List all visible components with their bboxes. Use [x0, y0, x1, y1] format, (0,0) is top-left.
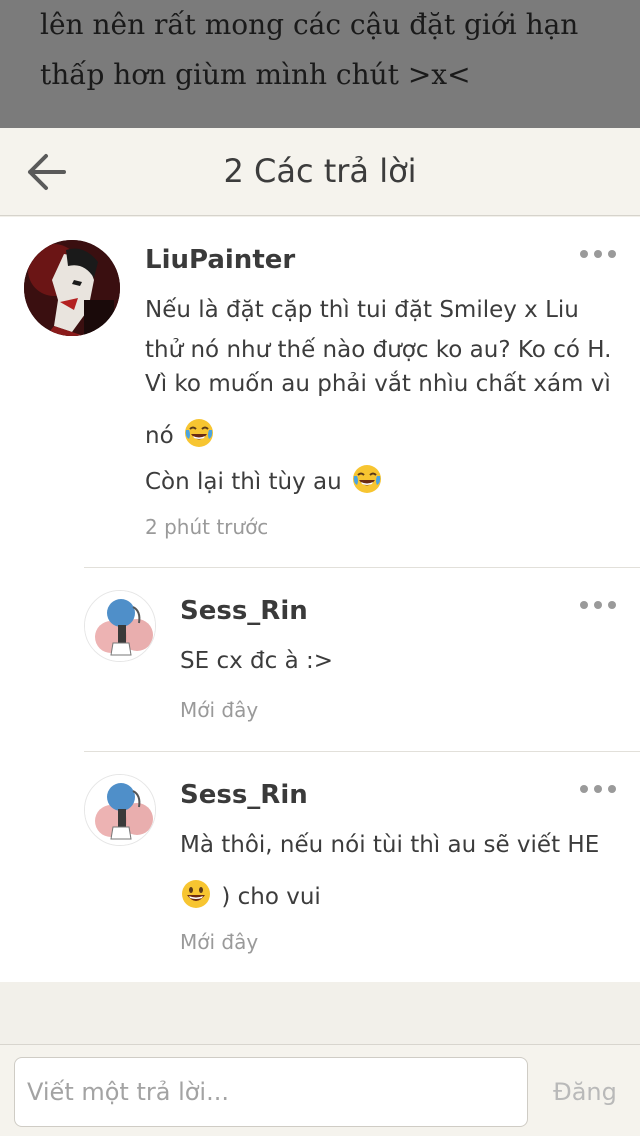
more-options-button[interactable]: [576, 241, 620, 267]
comment-text-row: Còn lại thì tùy au: [145, 463, 385, 495]
avatar[interactable]: [84, 590, 156, 662]
comment-username[interactable]: LiuPainter: [145, 245, 295, 275]
comment-text-line: ) cho vui: [221, 884, 321, 910]
comment-timestamp: 2 phút trước: [145, 515, 269, 539]
dot: [608, 601, 616, 609]
comment-timestamp: Mới đây: [180, 930, 259, 954]
dot: [594, 250, 602, 258]
story-text-line-2: thấp hơn giùm mình chút >x<: [40, 58, 471, 91]
comment-username[interactable]: Sess_Rin: [180, 596, 308, 626]
dot: [580, 785, 588, 793]
comment-list: LiuPainter Nếu là đặt cặp thì tui đặt Sm…: [0, 217, 640, 982]
comment-text-line: nó: [145, 423, 174, 449]
page-title: 2 Các trả lời: [223, 152, 417, 190]
avatar[interactable]: [24, 240, 120, 336]
comment-item: Sess_Rin Mà thôi, nếu nói tùi thì au sẽ …: [0, 752, 640, 982]
comment-text-line: SE cx đc à :>: [180, 648, 333, 674]
face-with-tears-of-joy-icon: [353, 465, 382, 493]
comment-text-line: Mà thôi, nếu nói tùi thì au sẽ viết HE: [180, 832, 600, 858]
comment-text-line: Vì ko muốn au phải vắt nhìu chất xám vì: [145, 371, 611, 397]
dot: [594, 601, 602, 609]
comment-item: LiuPainter Nếu là đặt cặp thì tui đặt Sm…: [0, 217, 640, 567]
dot: [608, 250, 616, 258]
story-text-line-1: lên nên rất mong các cậu đặt giới hạn: [40, 8, 579, 41]
dot: [608, 785, 616, 793]
comment-text-row: nó: [145, 417, 217, 449]
post-button[interactable]: Đăng: [540, 1057, 630, 1127]
comment-text-row: ) cho vui: [180, 878, 321, 910]
grinning-face-icon: [182, 880, 210, 908]
avatar[interactable]: [84, 774, 156, 846]
reply-composer: Đăng: [0, 1044, 640, 1136]
more-options-button[interactable]: [576, 592, 620, 618]
more-options-button[interactable]: [576, 776, 620, 802]
replies-header: 2 Các trả lời: [0, 128, 640, 216]
avatar-image: [24, 240, 120, 336]
comment-item: Sess_Rin SE cx đc à :> Mới đây: [0, 568, 640, 751]
comment-timestamp: Mới đây: [180, 698, 259, 722]
story-backdrop: lên nên rất mong các cậu đặt giới hạn th…: [0, 0, 640, 128]
dot: [580, 250, 588, 258]
avatar-image: [85, 775, 155, 845]
comment-text-line: Còn lại thì tùy au: [145, 469, 342, 495]
comment-text-line: thử nó như thế nào được ko au? Ko có H.: [145, 337, 612, 363]
reply-input[interactable]: [14, 1057, 528, 1127]
face-with-tears-of-joy-icon: [184, 419, 213, 447]
comment-username[interactable]: Sess_Rin: [180, 780, 308, 810]
dot: [580, 601, 588, 609]
comment-text-line: Nếu là đặt cặp thì tui đặt Smiley x Liu: [145, 297, 579, 323]
dot: [594, 785, 602, 793]
avatar-image: [85, 591, 155, 661]
